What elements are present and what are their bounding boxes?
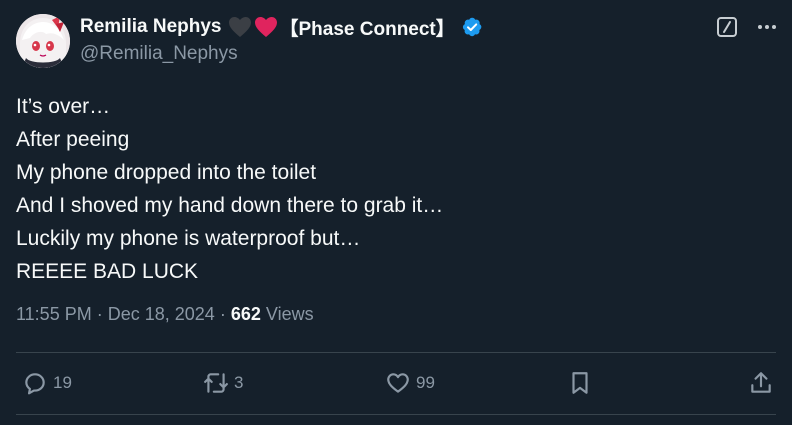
author-display-name[interactable]: Remilia Nephys: [80, 16, 222, 38]
views-count[interactable]: 662: [231, 304, 261, 324]
meta-separator: ·: [219, 304, 231, 324]
post-meta: 11:55 PM · Dec 18, 2024 · 662 Views: [16, 304, 314, 325]
more-options-icon: [758, 25, 776, 29]
post-text-line: REEEE BAD LUCK: [16, 260, 199, 283]
post-time[interactable]: 11:55 PM: [16, 304, 92, 324]
heart-emojis: [228, 16, 278, 38]
reply-icon: [25, 373, 45, 395]
post-text-line: Luckily my phone is waterproof but…: [16, 227, 361, 250]
reply-button[interactable]: 19: [22, 370, 72, 396]
black-heart-emoji-icon: [228, 17, 251, 37]
author-name-suffix: 【Phase Connect】: [279, 18, 455, 40]
verified-badge-icon[interactable]: [461, 16, 483, 38]
heart-icon: [387, 373, 409, 393]
anime-character-avatar-icon: [16, 14, 70, 68]
author-handle[interactable]: @Remilia_Nephys: [80, 43, 238, 65]
top-actions: [716, 16, 778, 38]
post-text-line: It’s over…: [16, 95, 111, 118]
retweet-count: 3: [234, 373, 244, 392]
like-count: 99: [416, 373, 435, 392]
reply-count: 19: [53, 373, 72, 392]
divider: [16, 352, 776, 353]
post-text-line: And I shoved my hand down there to grab …: [16, 194, 444, 217]
grok-button[interactable]: [716, 16, 738, 38]
retweet-icon: [204, 373, 228, 393]
meta-separator: ·: [96, 304, 108, 324]
bookmark-icon: [572, 372, 588, 394]
post-text-line: My phone dropped into the toilet: [16, 161, 317, 184]
bookmark-button[interactable]: [567, 370, 593, 396]
post-text-line: After peeing: [16, 128, 130, 151]
divider: [16, 414, 776, 415]
red-heart-emoji-icon: [254, 17, 277, 37]
author-name-row[interactable]: Remilia Nephys 【Phase Connect】: [80, 14, 483, 40]
more-options-button[interactable]: [756, 16, 778, 38]
post-text: It’s over… After peeing My phone dropped…: [16, 90, 443, 288]
like-button[interactable]: 99: [385, 370, 435, 396]
views-label: Views: [265, 304, 314, 324]
grok-icon: [717, 17, 737, 37]
retweet-button[interactable]: 3: [203, 370, 243, 396]
post-date[interactable]: Dec 18, 2024: [108, 304, 215, 324]
avatar[interactable]: [16, 14, 70, 68]
share-button[interactable]: [748, 370, 774, 396]
share-icon: [751, 372, 771, 393]
